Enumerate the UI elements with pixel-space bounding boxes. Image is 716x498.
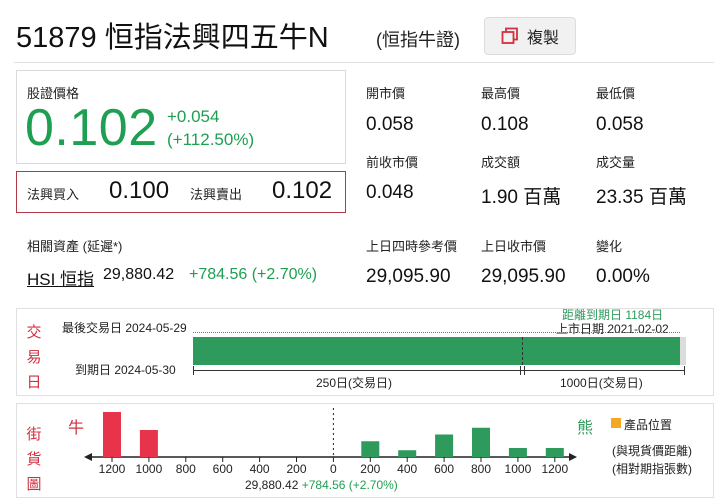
related-asset-link[interactable]: HSI 恒指 <box>27 265 94 290</box>
bear-bar <box>545 448 564 457</box>
listing-date: 上市日期 2021-02-02 <box>556 322 669 336</box>
ask-label: 法興賣出 <box>190 187 243 202</box>
page-title: 51879 恒指法興四五牛N <box>16 22 329 54</box>
bear-bar <box>435 434 454 457</box>
stat-change-label: 變化 <box>596 239 623 254</box>
copy-button-label: 複製 <box>526 30 559 47</box>
scale-tick <box>524 366 525 375</box>
street-tick-label: 1000 <box>505 462 532 476</box>
stat-last-close-label: 上日收市價 <box>481 239 547 254</box>
bear-bar <box>398 450 417 457</box>
stat-ref-price-value: 29,095.90 <box>366 266 451 287</box>
street-tick-label: 800 <box>176 462 196 476</box>
last-trade-date: 最後交易日 2024-05-29 <box>62 321 187 335</box>
stat-open-value: 0.058 <box>366 114 414 135</box>
trade-days-marker <box>522 337 523 365</box>
copy-button[interactable]: 複製 <box>484 17 576 55</box>
bull-bar <box>103 412 121 457</box>
street-tick-label: 1000 <box>136 462 163 476</box>
side-char: 易 <box>26 349 42 366</box>
copy-icon <box>501 27 518 44</box>
trade-days-bar <box>193 337 680 365</box>
stat-high-label: 最高價 <box>481 86 521 101</box>
stat-open-label: 開市價 <box>366 86 406 101</box>
bid-label: 法興買入 <box>27 187 80 202</box>
stat-change-value: 0.00% <box>596 266 650 287</box>
stat-high-value: 0.108 <box>481 114 529 135</box>
price-value: 0.102 <box>25 99 158 157</box>
chart-ref-change: +784.56 (+2.70%) <box>301 478 398 492</box>
scale-tick <box>193 366 194 375</box>
product-type-label: (恒指牛證) <box>376 30 460 50</box>
street-tick-label: 600 <box>213 462 233 476</box>
scale-tick <box>520 366 521 375</box>
price-change: +0.054 <box>167 107 220 126</box>
stat-prev-close-label: 前收市價 <box>366 155 419 170</box>
related-asset-price: 29,880.42 <box>103 266 175 283</box>
bear-bar <box>472 427 490 457</box>
street-tick-label: 200 <box>286 462 306 476</box>
trade-days-elapsed <box>680 337 686 365</box>
axis-arrow-left <box>84 453 92 461</box>
street-tick-label: 400 <box>397 462 417 476</box>
side-char: 交 <box>26 324 42 341</box>
stat-turnover-value: 1.90 百萬 <box>481 187 562 208</box>
chart-ref-price: 29,880.42 +784.56 (+2.70%) <box>245 478 398 492</box>
scale-tick <box>684 366 685 375</box>
side-char: 日 <box>26 374 42 391</box>
street-tick-label: 200 <box>360 462 380 476</box>
street-tick-label: 1200 <box>99 462 126 476</box>
stat-ref-price-label: 上日四時參考價 <box>366 239 458 254</box>
scale-250-label: 250日(交易日) <box>316 376 393 390</box>
street-tick-label: 1200 <box>541 462 568 476</box>
bear-bar <box>508 448 527 457</box>
stat-prev-close-value: 0.048 <box>366 182 414 203</box>
stat-volume-value: 23.35 百萬 <box>596 187 687 208</box>
related-asset-title: 相關資產 (延遲*) <box>27 239 123 254</box>
street-tick-label: 400 <box>250 462 270 476</box>
stat-volume-label: 成交量 <box>596 155 636 170</box>
bear-bar <box>361 441 380 457</box>
street-tick-label: 800 <box>471 462 491 476</box>
price-change-pct: (+112.50%) <box>167 130 255 149</box>
stat-last-close-value: 29,095.90 <box>481 266 566 287</box>
trade-days-side-label: 交 易 日 <box>24 320 44 395</box>
scale-1000-label: 1000日(交易日) <box>560 376 643 390</box>
related-asset-change: +784.56 (+2.70%) <box>189 266 318 283</box>
ask-value: 0.102 <box>272 177 333 204</box>
expiry-date: 到期日 2024-05-30 <box>75 363 176 377</box>
street-tick-label: 0 <box>330 462 337 476</box>
bid-value: 0.100 <box>109 177 170 204</box>
street-tick-label: 600 <box>434 462 454 476</box>
axis-arrow-right <box>569 453 577 461</box>
stat-turnover-label: 成交額 <box>481 155 521 170</box>
stat-low-value: 0.058 <box>596 114 644 135</box>
chart-ref-price-value: 29,880.42 <box>245 478 299 492</box>
trade-days-scale <box>193 370 685 371</box>
stat-low-label: 最低價 <box>596 86 636 101</box>
header-divider <box>14 62 714 63</box>
days-indicator-line <box>193 332 680 333</box>
bull-bar <box>139 430 158 457</box>
